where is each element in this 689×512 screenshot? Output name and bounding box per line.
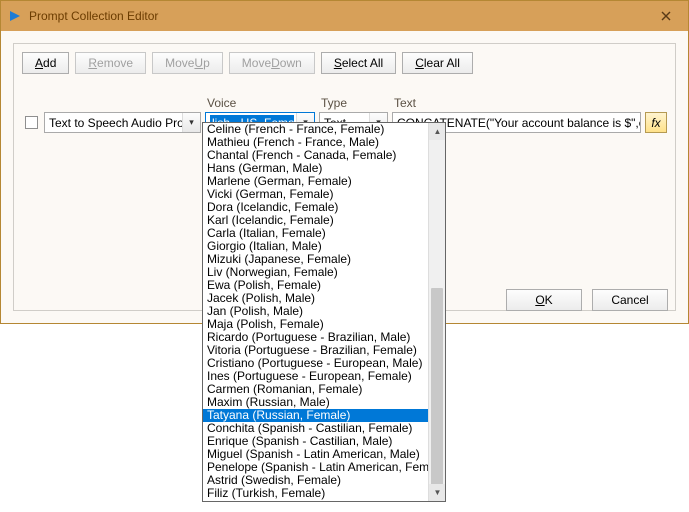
type-header: Type — [319, 96, 388, 110]
select-all-button[interactable]: Select All — [321, 52, 396, 74]
toolbar: Add Remove Move Up Move Down Select All … — [22, 52, 473, 74]
scroll-down-button[interactable]: ▼ — [429, 484, 446, 501]
formula-button[interactable]: fx — [645, 112, 667, 133]
scrollbar[interactable]: ▲ ▼ — [428, 123, 445, 501]
voice-header: Voice — [205, 96, 315, 110]
ok-label: OK — [535, 293, 552, 307]
close-button[interactable] — [644, 1, 688, 31]
voice-dropdown-list[interactable]: Celine (French - France, Female)Mathieu … — [202, 122, 446, 502]
add-button[interactable]: Add — [22, 52, 69, 74]
window-title: Prompt Collection Editor — [29, 9, 158, 23]
row-checkbox[interactable] — [25, 116, 38, 129]
ok-button[interactable]: OK — [506, 289, 582, 311]
dialog-buttons: OK Cancel — [506, 289, 668, 311]
voice-option[interactable]: Gwyneth (Welsh, Female) — [203, 500, 428, 501]
scroll-up-button[interactable]: ▲ — [429, 123, 446, 140]
app-icon — [7, 8, 23, 24]
scroll-thumb[interactable] — [431, 288, 443, 488]
move-down-button[interactable]: Move Down — [229, 52, 315, 74]
fx-icon: fx — [651, 116, 660, 130]
chevron-down-icon: ▾ — [182, 113, 200, 132]
move-up-button[interactable]: Move Up — [152, 52, 223, 74]
clear-all-button[interactable]: Clear All — [402, 52, 473, 74]
prompt-type-select[interactable]: Text to Speech Audio Pron ▾ — [44, 112, 201, 133]
cancel-button[interactable]: Cancel — [592, 289, 668, 311]
close-icon — [661, 11, 671, 21]
remove-button[interactable]: Remove — [75, 52, 146, 74]
prompt-type-value: Text to Speech Audio Pron — [49, 116, 190, 130]
cancel-label: Cancel — [611, 293, 648, 307]
voice-dropdown-inner: Celine (French - France, Female)Mathieu … — [203, 123, 428, 501]
titlebar[interactable]: Prompt Collection Editor — [1, 1, 688, 31]
text-header: Text — [392, 96, 641, 110]
